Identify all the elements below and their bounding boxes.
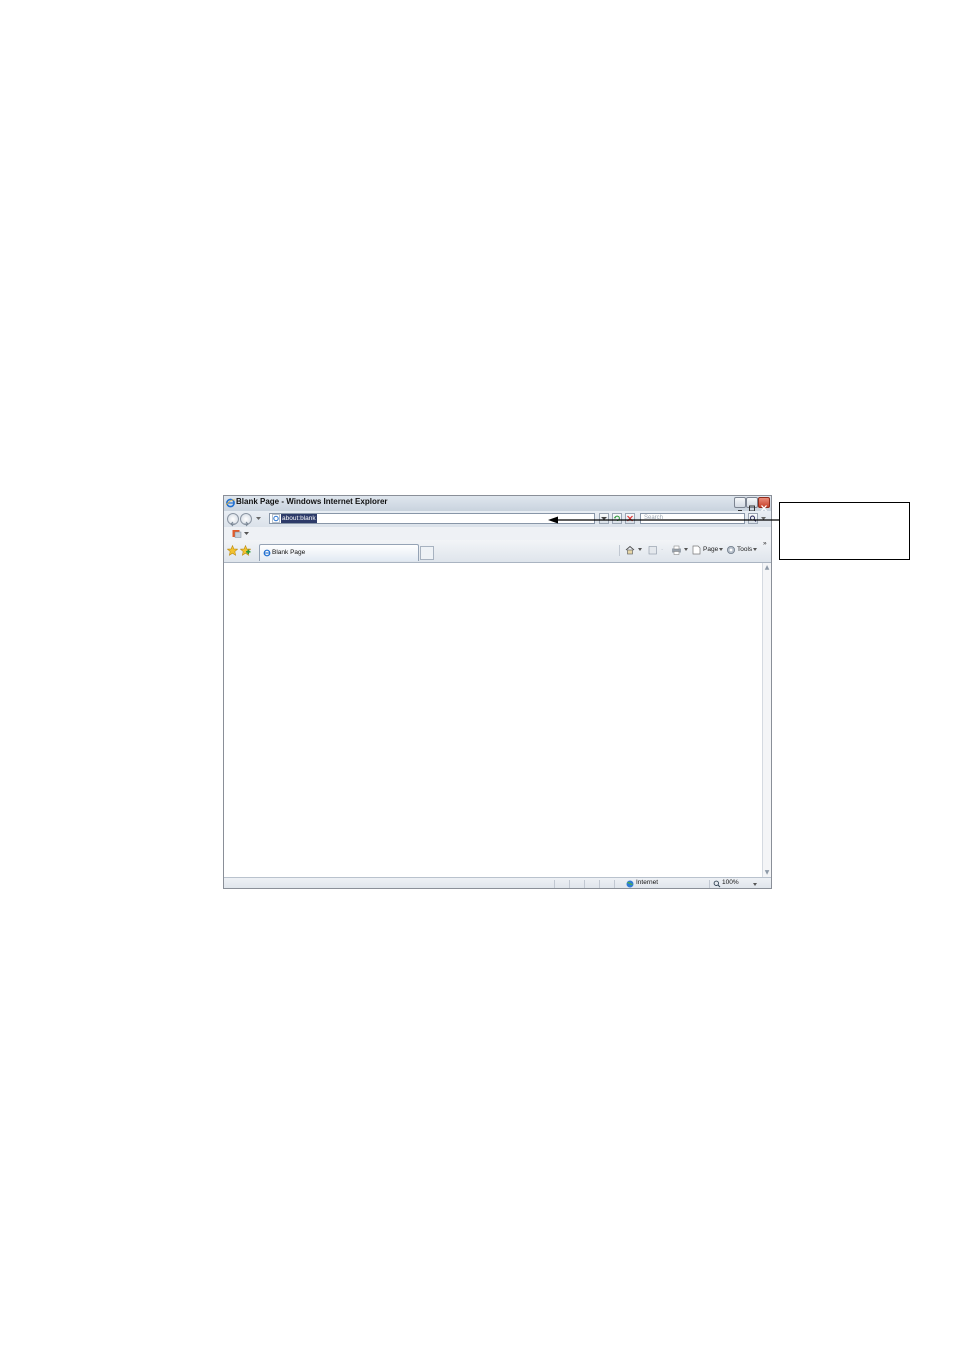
scroll-down-arrow-icon[interactable]: ▼: [763, 868, 771, 877]
add-favorite-icon[interactable]: [240, 545, 251, 556]
page-dropdown-icon[interactable]: [719, 548, 724, 552]
feeds-command-icon[interactable]: [648, 545, 658, 555]
zoom-icon: [713, 880, 721, 888]
status-divider: [584, 880, 585, 888]
page-ie-icon: [272, 514, 280, 523]
annotation-callout-box: [779, 502, 910, 560]
refresh-button[interactable]: [612, 513, 622, 524]
status-bar: Internet 100%: [224, 877, 771, 888]
favorites-star-icon[interactable]: [227, 545, 238, 556]
scroll-up-arrow-icon[interactable]: ▲: [763, 563, 771, 572]
tools-menu-label[interactable]: Tools: [737, 546, 752, 553]
address-url[interactable]: about:blank: [281, 514, 317, 523]
address-dropdown-button[interactable]: [599, 513, 609, 524]
security-zone-label[interactable]: Internet: [636, 879, 658, 886]
title-bar[interactable]: Blank Page - Windows Internet Explorer: [224, 496, 771, 512]
refresh-icon: [614, 515, 620, 521]
window-title: Blank Page - Windows Internet Explorer: [236, 497, 388, 506]
vertical-scrollbar[interactable]: ▲ ▼: [762, 563, 771, 877]
zoom-dropdown-icon[interactable]: [753, 883, 758, 887]
dropdown-arrow-icon: [601, 517, 607, 520]
search-placeholder: Search: [644, 515, 664, 521]
search-field[interactable]: Search: [640, 513, 745, 524]
tools-dropdown-icon[interactable]: [753, 548, 758, 552]
minimize-button[interactable]: [734, 497, 746, 512]
tab-label: Blank Page: [272, 549, 306, 556]
status-divider: [569, 880, 570, 888]
back-button[interactable]: [227, 513, 239, 527]
command-overflow-chevron[interactable]: »: [763, 540, 767, 547]
page-menu-label[interactable]: Page: [703, 546, 718, 553]
feeds-icon[interactable]: [232, 529, 242, 538]
status-divider: [554, 880, 555, 888]
search-options-icon[interactable]: [761, 517, 767, 521]
stop-button[interactable]: [625, 513, 635, 524]
recent-pages-dropdown-icon[interactable]: [256, 517, 262, 521]
status-divider: [599, 880, 600, 888]
page-menu-icon[interactable]: [692, 545, 701, 555]
home-dropdown-icon[interactable]: [638, 548, 643, 552]
tab-bar: Blank Page · Page Tools »: [224, 540, 771, 563]
internet-globe-icon: [626, 880, 634, 888]
tab-ie-icon: [263, 549, 271, 557]
close-button[interactable]: [758, 497, 770, 512]
home-icon[interactable]: [625, 545, 635, 555]
link-toolbar: [224, 527, 771, 540]
forward-button[interactable]: [240, 513, 252, 527]
ie-icon: [226, 498, 235, 508]
new-tab-button[interactable]: [420, 546, 434, 560]
print-dropdown-icon[interactable]: [684, 548, 689, 552]
search-button[interactable]: [748, 513, 758, 524]
status-divider: [709, 880, 710, 888]
feeds-dropdown-icon[interactable]: [244, 532, 250, 536]
status-divider: [614, 880, 615, 888]
browser-window: Blank Page - Windows Internet Explorer a…: [223, 495, 772, 889]
search-icon: [750, 515, 757, 522]
address-field[interactable]: about:blank: [269, 513, 595, 524]
address-row: about:blank Search: [224, 511, 771, 527]
maximize-button[interactable]: [746, 497, 758, 512]
command-separator: [619, 545, 620, 556]
print-icon[interactable]: [671, 545, 682, 555]
stop-icon: [627, 515, 633, 522]
zoom-level[interactable]: 100%: [722, 879, 739, 886]
command-divider: ·: [661, 546, 664, 553]
page-content-area[interactable]: [224, 563, 762, 877]
tools-gear-icon[interactable]: [726, 545, 736, 555]
tab-blank-page[interactable]: Blank Page: [259, 544, 419, 561]
